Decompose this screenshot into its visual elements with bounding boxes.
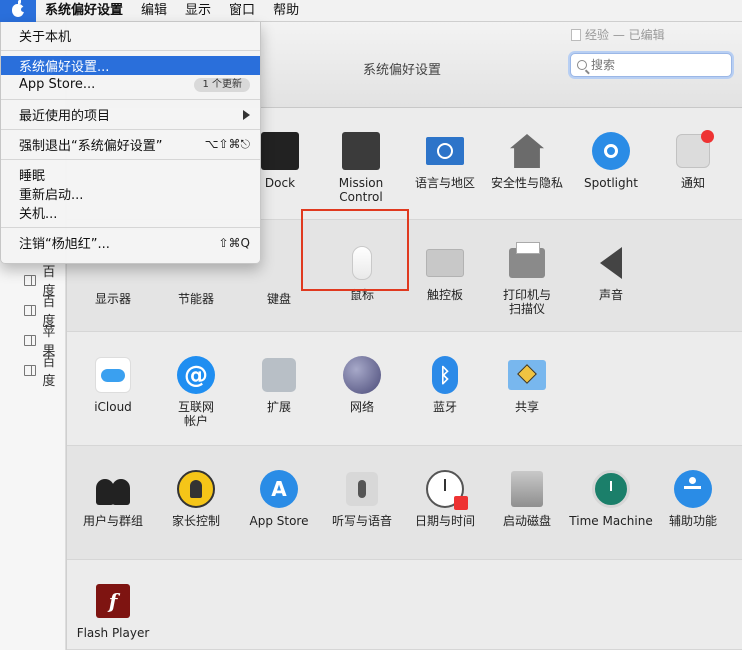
pref-sound[interactable]: 声音 [569,244,653,302]
users-icon [94,473,132,505]
apple-logo-icon [12,0,26,17]
cloud-icon [95,357,131,393]
time-machine-icon [592,470,630,508]
menu-separator [1,50,260,51]
pref-icloud[interactable]: iCloud [71,356,155,414]
pref-dictation-speech[interactable]: 听写与语音 [320,470,404,528]
disk-icon [511,471,543,507]
pref-flash-player[interactable]: f Flash Player [71,582,155,640]
prefs-section-system: 用户与群组 家长控制 A App Store 听写与语音 日期与时间 启动磁盘 … [67,446,742,560]
menu-item-system-preferences[interactable]: 系统偏好设置... [1,56,260,75]
pref-network[interactable]: 网络 [320,356,404,414]
shortcut-label: ⇧⌘Q [218,235,251,250]
menu-item-logout[interactable]: 注销“杨旭红”... ⇧⌘Q [1,233,260,253]
flash-icon: f [96,584,130,618]
pref-printers-scanners[interactable]: 打印机与 扫描仪 [485,242,569,316]
trackpad-icon [426,249,464,277]
menu-window[interactable]: 窗口 [220,0,264,22]
keyboard-icon [260,248,298,286]
globe-icon [343,356,381,394]
pref-notifications[interactable]: 通知 [651,130,735,190]
mission-control-icon [342,132,380,170]
pref-bluetooth[interactable]: ᛒ 蓝牙 [403,356,487,414]
menu-item-app-store[interactable]: App Store... 1 个更新 [1,75,260,94]
house-icon [510,134,544,168]
menu-app-name[interactable]: 系统偏好设置 [36,0,132,22]
pref-app-store[interactable]: A App Store [237,470,321,528]
mouse-highlight-box [301,209,409,291]
pref-language-region[interactable]: 语言与地区 [403,132,487,190]
menu-item-about[interactable]: 关于本机 [1,26,260,45]
bluetooth-icon: ᛒ [432,356,458,394]
pref-sharing[interactable]: 共享 [485,356,569,414]
update-badge: 1 个更新 [194,77,250,92]
search-field[interactable] [570,53,732,77]
un-flag-icon [426,137,464,165]
book-icon [24,364,37,376]
apple-menu-button[interactable] [0,0,36,22]
app-store-icon: A [260,470,298,508]
pref-accessibility[interactable]: 辅助功能 [651,470,735,528]
book-icon [24,274,37,286]
document-icon [571,28,581,41]
at-icon: @ [177,356,215,394]
search-input[interactable] [591,58,721,72]
window-title: 系统偏好设置 [363,63,442,78]
menu-item-recent-items[interactable]: 最近使用的项目 [1,105,260,124]
menu-item-sleep[interactable]: 睡眠 [1,165,260,184]
menu-bar: 系统偏好设置 编辑 显示 窗口 帮助 [0,0,742,22]
menu-item-force-quit[interactable]: 强制退出“系统偏好设置” ⌥⇧⌘⎋ [1,135,260,154]
pref-date-time[interactable]: 日期与时间 [403,470,487,528]
submenu-arrow-icon [243,109,250,120]
menu-item-restart[interactable]: 重新启动... [1,184,260,203]
search-icon [577,60,587,70]
pref-security-privacy[interactable]: 安全性与隐私 [485,132,569,190]
parental-controls-icon [177,470,215,508]
menu-separator [1,99,260,100]
sharing-folder-icon [508,360,546,390]
pref-internet-accounts[interactable]: @ 互联网 帐户 [154,356,238,428]
shortcut-label: ⌥⇧⌘⎋ [204,137,250,151]
sidebar-row[interactable]: 百度 [24,351,65,389]
menu-separator [1,159,260,160]
magnifier-icon [592,132,630,170]
pref-startup-disk[interactable]: 启动磁盘 [485,470,569,528]
apple-menu-dropdown: 关于本机 系统偏好设置... App Store... 1 个更新 最近使用的项目… [0,22,261,264]
menu-edit[interactable]: 编辑 [132,0,176,22]
pref-parental-controls[interactable]: 家长控制 [154,470,238,528]
speaker-icon [600,247,622,279]
menu-separator [1,129,260,130]
pref-time-machine[interactable]: Time Machine [569,470,653,528]
puzzle-icon [262,358,296,392]
pref-mission-control[interactable]: Mission Control [319,132,403,204]
dock-icon [261,132,299,170]
menu-item-shutdown[interactable]: 关机... [1,203,260,222]
book-icon [24,334,37,346]
document-title: 经验 — 已编辑 [571,26,665,43]
pref-extensions[interactable]: 扩展 [237,356,321,414]
prefs-section-other: f Flash Player [67,560,742,650]
pref-spotlight[interactable]: Spotlight [569,132,653,190]
menu-view[interactable]: 显示 [176,0,220,22]
pref-users-groups[interactable]: 用户与群组 [71,470,155,528]
accessibility-icon [674,470,712,508]
menu-separator [1,227,260,228]
notification-icon [676,130,714,168]
book-icon [24,304,37,316]
clock-icon [426,470,468,510]
microphone-icon [346,472,378,506]
printer-icon [509,242,545,278]
menu-help[interactable]: 帮助 [264,0,308,22]
pref-trackpad[interactable]: 触控板 [403,244,487,302]
prefs-section-internet: iCloud @ 互联网 帐户 扩展 网络 ᛒ 蓝牙 共享 [67,332,742,446]
